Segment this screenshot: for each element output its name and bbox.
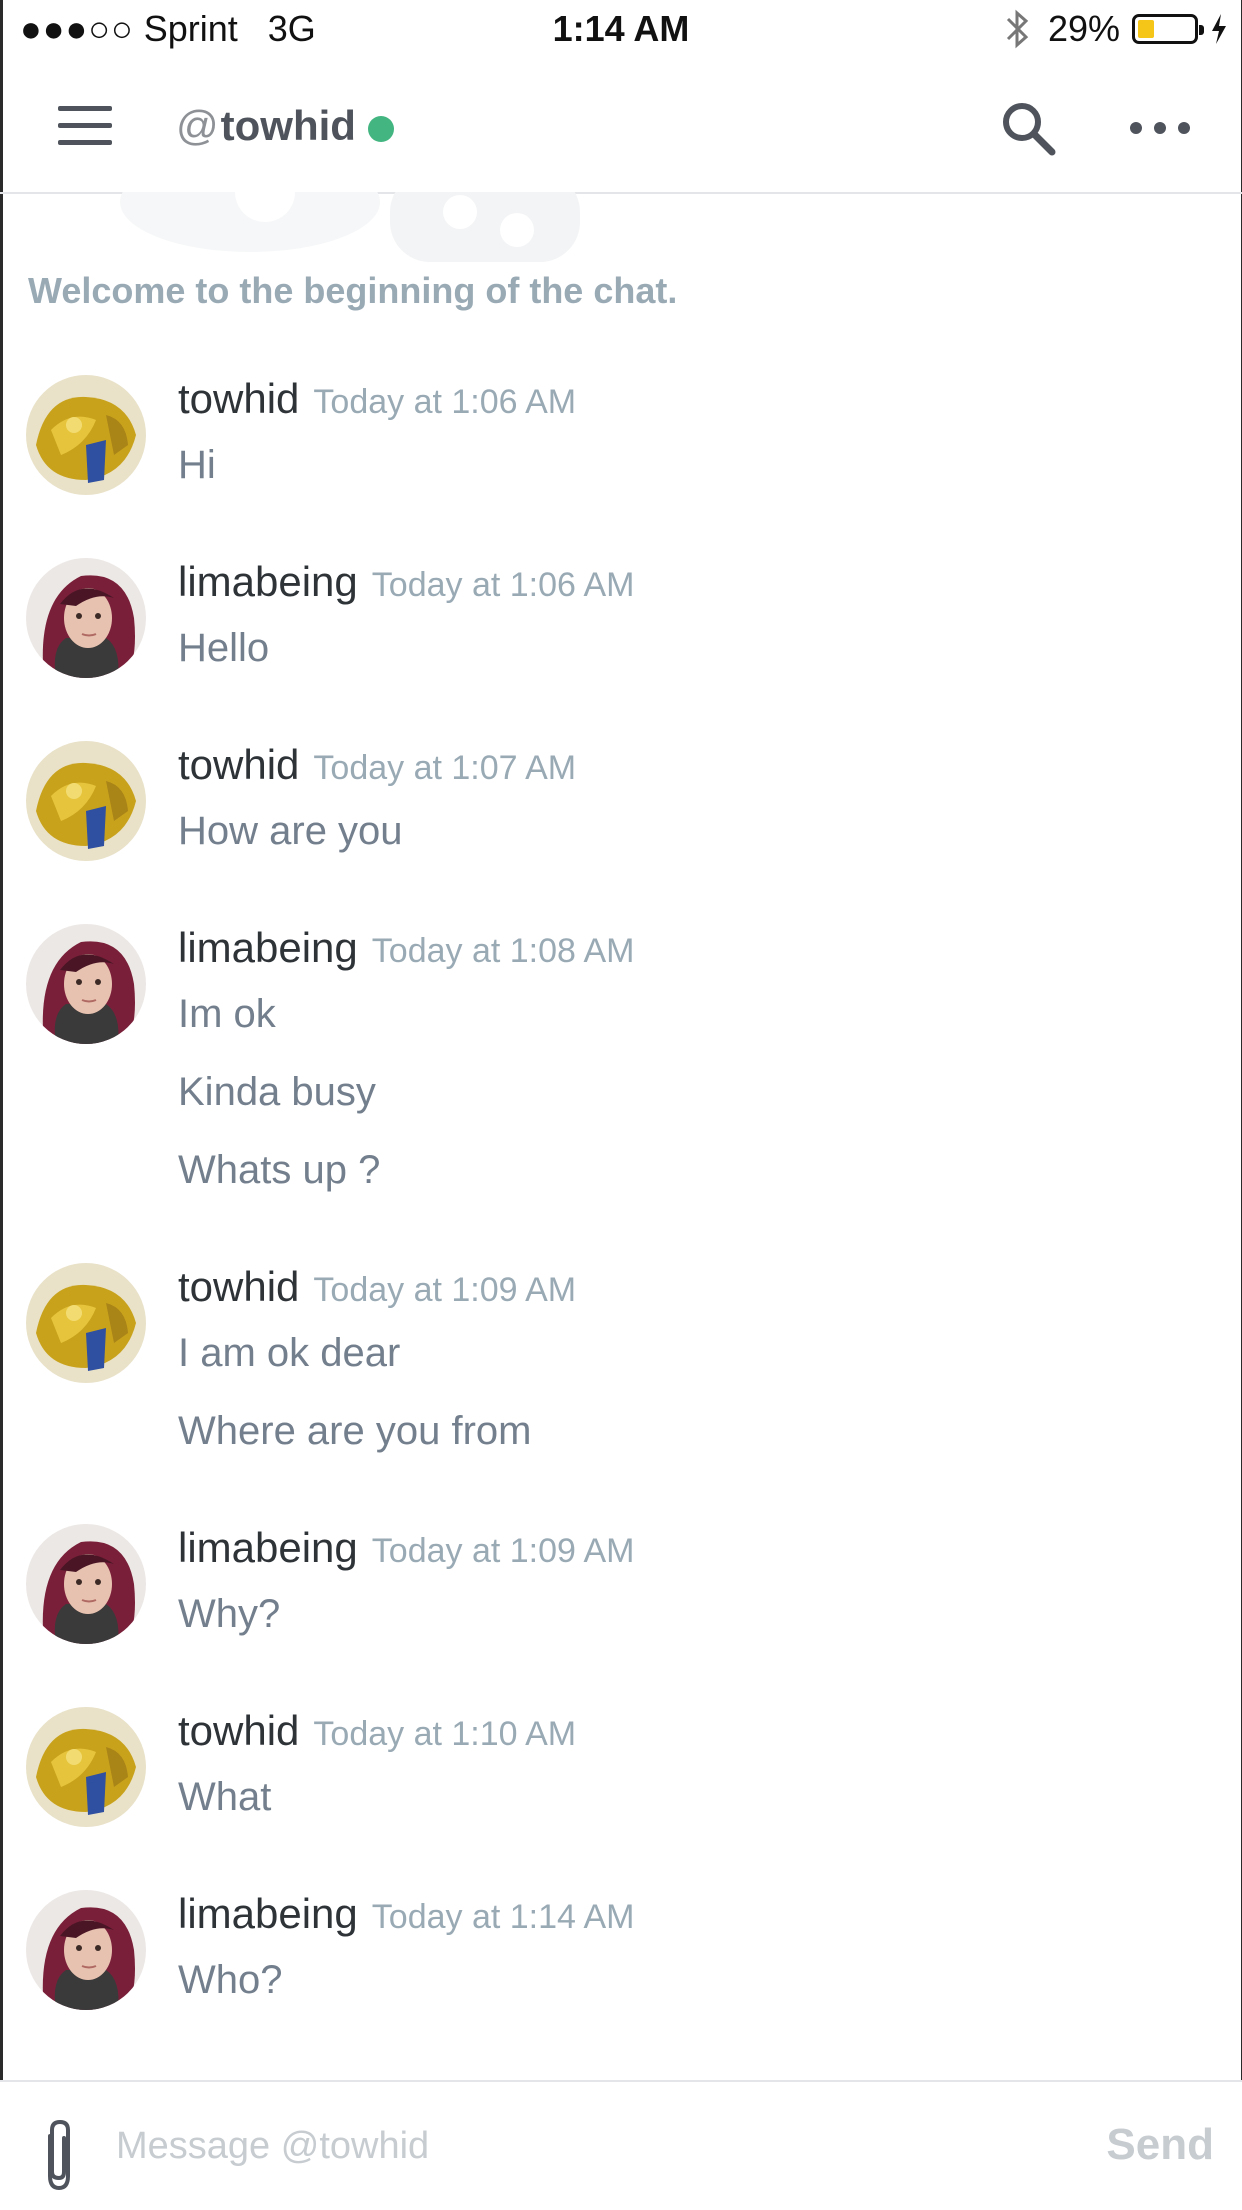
avatar-towhid[interactable] xyxy=(26,1707,146,1827)
message-author[interactable]: towhid xyxy=(178,1707,299,1755)
message-text: Hello xyxy=(178,626,270,670)
status-right: 29% xyxy=(1004,8,1228,50)
more-options-icon[interactable] xyxy=(1130,118,1190,138)
charging-bolt-icon xyxy=(1212,14,1226,44)
message-author[interactable]: limabeing xyxy=(178,924,358,972)
message-author[interactable]: towhid xyxy=(178,1263,299,1311)
search-icon[interactable] xyxy=(998,98,1058,158)
battery-level xyxy=(1138,20,1154,38)
message-text: Whats up ? xyxy=(178,1148,381,1192)
chat-start-illustration xyxy=(120,192,580,262)
message-timestamp: Today at 1:08 AM xyxy=(371,932,635,970)
avatar-towhid[interactable] xyxy=(26,741,146,861)
battery-percent: 29% xyxy=(1047,8,1120,49)
channel-name: towhid xyxy=(220,102,356,149)
message-text: Who? xyxy=(178,1958,283,2002)
avatar-limabeing[interactable] xyxy=(26,558,146,678)
message-meta: limabeing Today at 1:08 AM xyxy=(178,924,635,972)
message-timestamp: Today at 1:06 AM xyxy=(313,383,577,421)
avatar-limabeing[interactable] xyxy=(26,1524,146,1644)
message-text: Im ok xyxy=(178,992,276,1036)
send-button[interactable]: Send xyxy=(1106,2120,1214,2170)
message-meta: limabeing Today at 1:09 AM xyxy=(178,1524,635,1572)
message-author[interactable]: towhid xyxy=(178,741,299,789)
channel-title: @ towhid xyxy=(176,102,394,150)
status-bar: ●●●○○ Sprint 3G 1:14 AM 29% xyxy=(0,0,1242,62)
hamburger-menu-icon[interactable] xyxy=(56,102,116,150)
message-author[interactable]: limabeing xyxy=(178,558,358,606)
message-author[interactable]: limabeing xyxy=(178,1890,358,1938)
at-symbol: @ xyxy=(176,102,219,149)
message-text: I am ok dear xyxy=(178,1331,401,1375)
message-meta: towhid Today at 1:09 AM xyxy=(178,1263,576,1311)
message-author[interactable]: towhid xyxy=(178,375,299,423)
message-text: What xyxy=(178,1775,272,1819)
avatar-towhid[interactable] xyxy=(26,375,146,495)
message-meta: towhid Today at 1:10 AM xyxy=(178,1707,576,1755)
paperclip-icon[interactable] xyxy=(36,2118,82,2194)
message-text: Kinda busy xyxy=(178,1070,376,1114)
message-meta: towhid Today at 1:06 AM xyxy=(178,375,576,423)
avatar-limabeing[interactable] xyxy=(26,1890,146,2010)
avatar-limabeing[interactable] xyxy=(26,924,146,1044)
chat-header: @ towhid xyxy=(0,62,1242,194)
message-text: Why? xyxy=(178,1592,281,1636)
message-timestamp: Today at 1:07 AM xyxy=(313,749,577,787)
message-author[interactable]: limabeing xyxy=(178,1524,358,1572)
message-timestamp: Today at 1:09 AM xyxy=(371,1532,635,1570)
message-timestamp: Today at 1:10 AM xyxy=(313,1715,577,1753)
avatar-towhid[interactable] xyxy=(26,1263,146,1383)
message-text: How are you xyxy=(178,809,403,853)
message-timestamp: Today at 1:06 AM xyxy=(371,566,635,604)
online-status-dot xyxy=(367,116,394,142)
message-timestamp: Today at 1:09 AM xyxy=(313,1271,577,1309)
chat-welcome-text: Welcome to the beginning of the chat. xyxy=(28,270,678,311)
battery-icon xyxy=(1132,14,1204,44)
bluetooth-icon xyxy=(1006,9,1029,49)
message-timestamp: Today at 1:14 AM xyxy=(371,1898,635,1936)
message-input[interactable] xyxy=(114,2112,1058,2180)
message-meta: limabeing Today at 1:14 AM xyxy=(178,1890,635,1938)
message-text: Hi xyxy=(178,443,216,487)
message-meta: towhid Today at 1:07 AM xyxy=(178,741,576,789)
message-meta: limabeing Today at 1:06 AM xyxy=(178,558,635,606)
message-composer: Send xyxy=(0,2080,1242,2210)
message-text: Where are you from xyxy=(178,1409,532,1453)
